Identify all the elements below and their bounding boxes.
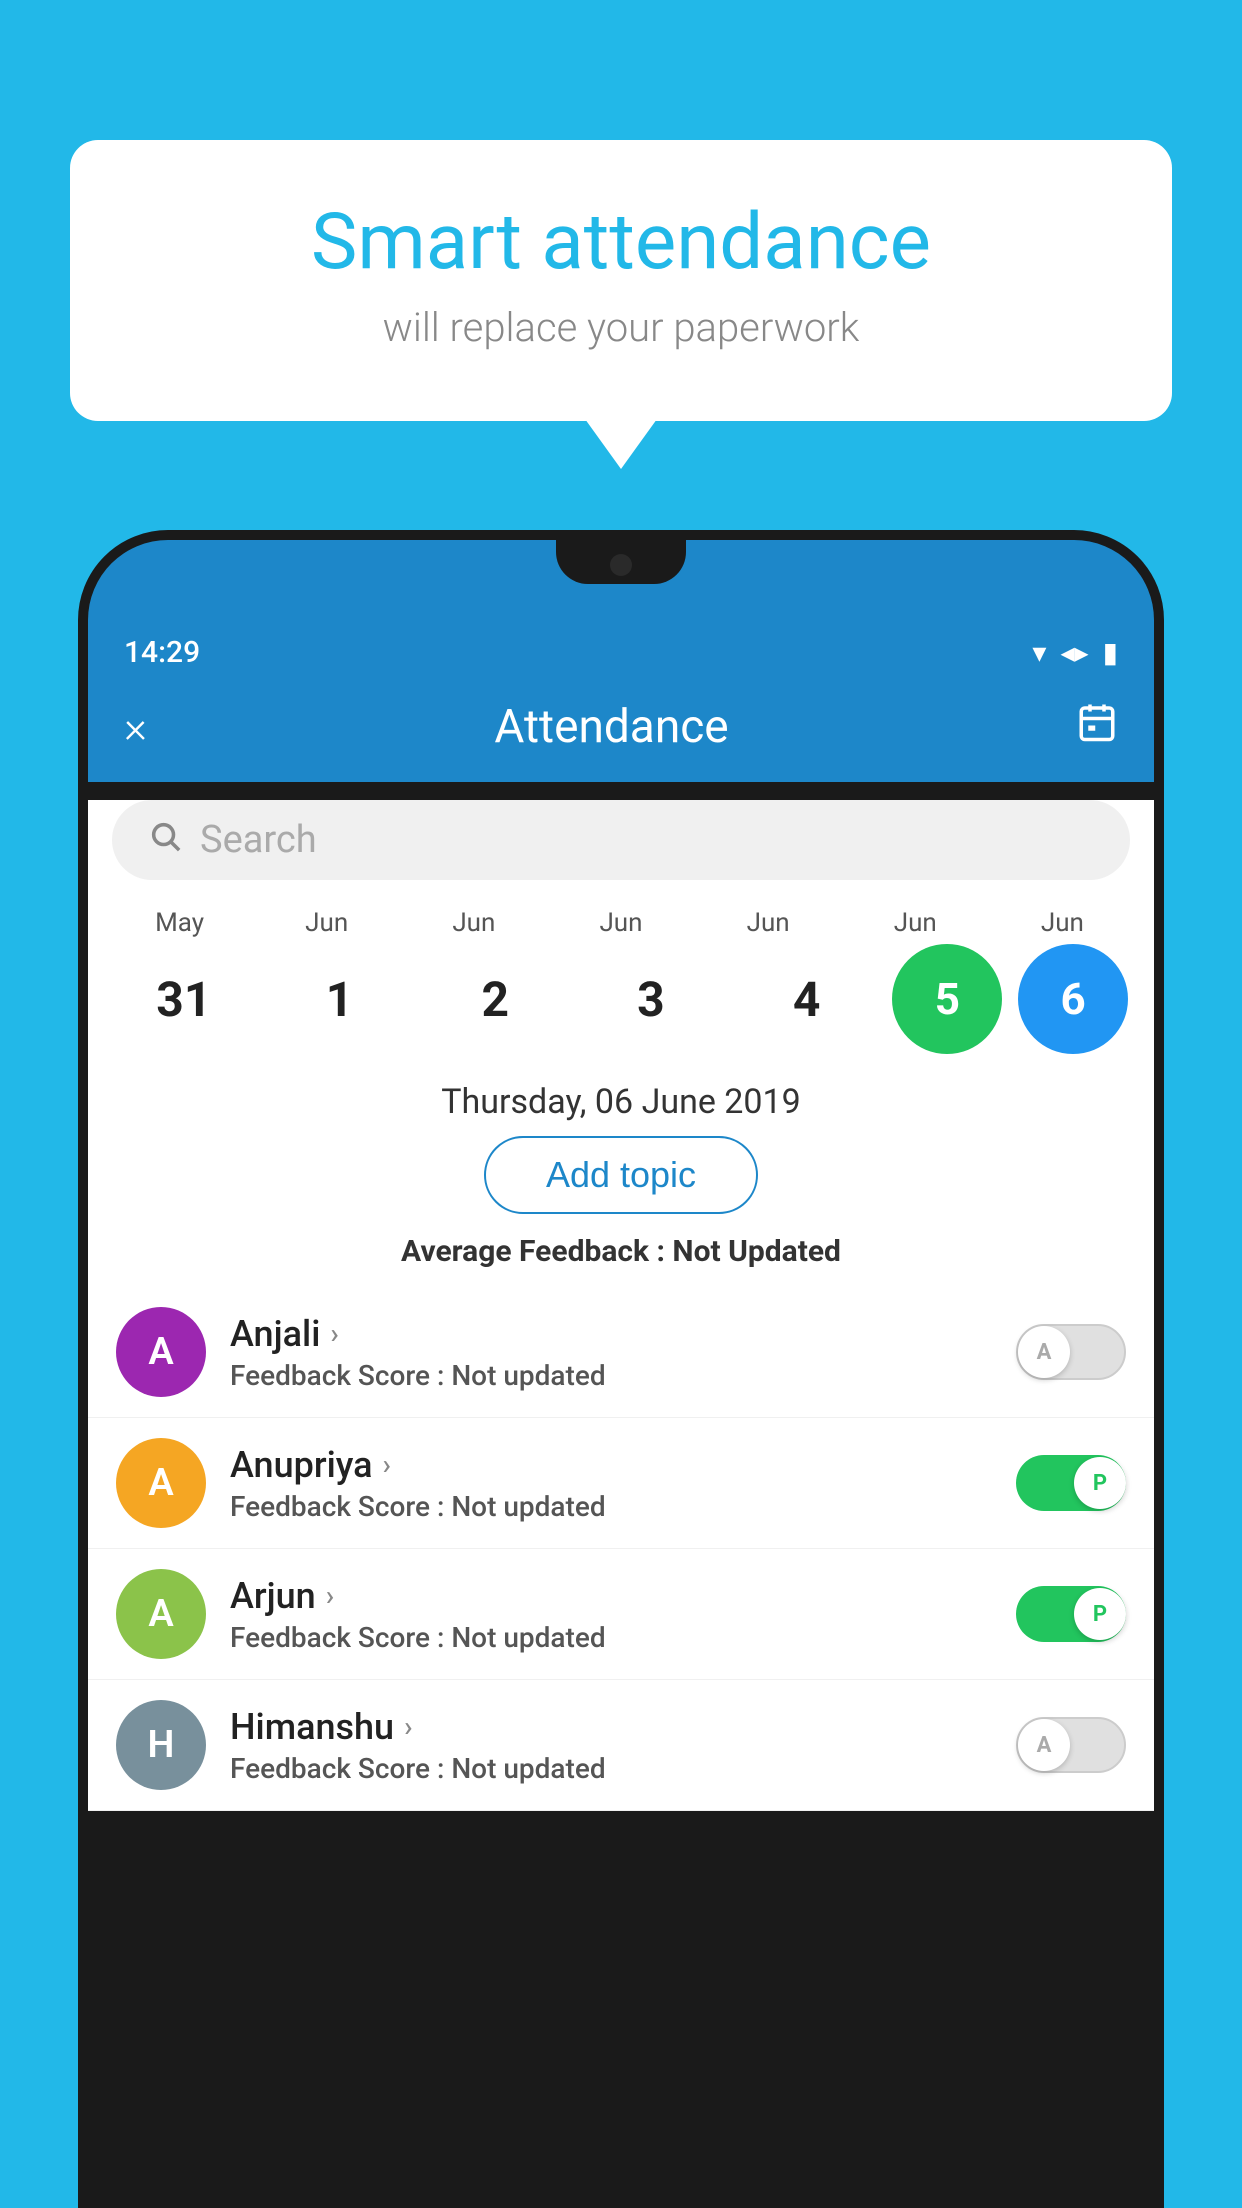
toggle-switch-anjali[interactable]: A bbox=[1016, 1324, 1126, 1380]
close-button[interactable]: × bbox=[124, 701, 147, 753]
student-list: A Anjali › Feedback Score : Not updated … bbox=[88, 1287, 1154, 1811]
toggle-knob-anjali: A bbox=[1018, 1326, 1070, 1378]
phone-notch-area bbox=[88, 540, 1154, 620]
calendar-months-row: May Jun Jun Jun Jun Jun Jun bbox=[88, 898, 1154, 938]
toggle-knob-anupriya: P bbox=[1074, 1457, 1126, 1509]
chevron-anjali: › bbox=[330, 1317, 338, 1350]
header-title: Attendance bbox=[494, 700, 728, 754]
student-item-anjali[interactable]: A Anjali › Feedback Score : Not updated … bbox=[88, 1287, 1154, 1418]
phone-notch bbox=[556, 540, 686, 584]
calendar-month-0: May bbox=[110, 908, 250, 938]
avg-feedback-value: Not Updated bbox=[672, 1234, 841, 1269]
phone-mockup: 14:29 ▾ ◂▸ ▮ × Attendance bbox=[78, 530, 1164, 2208]
calendar-month-6: Jun bbox=[992, 908, 1132, 938]
student-info-anupriya: Anupriya › Feedback Score : Not updated bbox=[230, 1444, 992, 1523]
toggle-knob-arjun: P bbox=[1074, 1588, 1126, 1640]
search-bar[interactable]: Search bbox=[112, 800, 1130, 880]
chevron-himanshu: › bbox=[404, 1710, 412, 1743]
student-feedback-anupriya: Feedback Score : Not updated bbox=[230, 1490, 992, 1523]
date-31[interactable]: 31 bbox=[114, 971, 254, 1028]
speech-bubble: Smart attendance will replace your paper… bbox=[70, 140, 1172, 421]
date-3[interactable]: 3 bbox=[581, 971, 721, 1028]
student-feedback-anjali: Feedback Score : Not updated bbox=[230, 1359, 992, 1392]
date-5-selected[interactable]: 5 bbox=[892, 944, 1002, 1054]
chevron-arjun: › bbox=[326, 1579, 334, 1612]
student-name-anjali: Anjali › bbox=[230, 1313, 992, 1355]
student-info-himanshu: Himanshu › Feedback Score : Not updated bbox=[230, 1706, 992, 1785]
status-time: 14:29 bbox=[124, 635, 200, 670]
chevron-anupriya: › bbox=[383, 1448, 391, 1481]
student-info-arjun: Arjun › Feedback Score : Not updated bbox=[230, 1575, 992, 1654]
app-content: Search May Jun Jun Jun Jun Jun Jun 31 1 … bbox=[88, 800, 1154, 1811]
status-bar: 14:29 ▾ ◂▸ ▮ bbox=[88, 620, 1154, 684]
selected-date-label: Thursday, 06 June 2019 bbox=[88, 1082, 1154, 1122]
avg-feedback-label: Average Feedback : bbox=[401, 1234, 672, 1269]
avg-feedback: Average Feedback : Not Updated bbox=[88, 1234, 1154, 1269]
student-info-anjali: Anjali › Feedback Score : Not updated bbox=[230, 1313, 992, 1392]
date-6-today[interactable]: 6 bbox=[1018, 944, 1128, 1054]
student-avatar-anupriya: A bbox=[116, 1438, 206, 1528]
toggle-himanshu[interactable]: A bbox=[1016, 1717, 1126, 1773]
status-icons: ▾ ◂▸ ▮ bbox=[1032, 636, 1118, 669]
student-name-himanshu: Himanshu › bbox=[230, 1706, 992, 1748]
toggle-anjali[interactable]: A bbox=[1016, 1324, 1126, 1380]
date-1[interactable]: 1 bbox=[270, 971, 410, 1028]
toggle-switch-arjun[interactable]: P bbox=[1016, 1586, 1126, 1642]
calendar-icon[interactable] bbox=[1076, 701, 1118, 753]
bubble-subtitle: will replace your paperwork bbox=[150, 304, 1092, 351]
add-topic-button[interactable]: Add topic bbox=[484, 1136, 758, 1214]
camera-dot bbox=[610, 554, 632, 576]
speech-bubble-container: Smart attendance will replace your paper… bbox=[70, 140, 1172, 421]
toggle-switch-himanshu[interactable]: A bbox=[1016, 1717, 1126, 1773]
wifi-icon: ▾ bbox=[1032, 636, 1046, 669]
student-avatar-arjun: A bbox=[116, 1569, 206, 1659]
search-icon bbox=[148, 819, 182, 862]
student-name-anupriya: Anupriya › bbox=[230, 1444, 992, 1486]
app-header: × Attendance bbox=[88, 684, 1154, 782]
toggle-arjun[interactable]: P bbox=[1016, 1586, 1126, 1642]
bubble-title: Smart attendance bbox=[150, 200, 1092, 286]
battery-icon: ▮ bbox=[1103, 636, 1118, 669]
signal-icon: ◂▸ bbox=[1060, 636, 1088, 669]
toggle-anupriya[interactable]: P bbox=[1016, 1455, 1126, 1511]
student-avatar-anjali: A bbox=[116, 1307, 206, 1397]
student-name-arjun: Arjun › bbox=[230, 1575, 992, 1617]
calendar-month-5: Jun bbox=[845, 908, 985, 938]
calendar-dates-row: 31 1 2 3 4 5 6 bbox=[88, 938, 1154, 1072]
toggle-knob-himanshu: A bbox=[1018, 1719, 1070, 1771]
search-placeholder: Search bbox=[200, 818, 317, 862]
calendar-month-2: Jun bbox=[404, 908, 544, 938]
student-feedback-himanshu: Feedback Score : Not updated bbox=[230, 1752, 992, 1785]
date-4[interactable]: 4 bbox=[737, 971, 877, 1028]
student-item-anupriya[interactable]: A Anupriya › Feedback Score : Not update… bbox=[88, 1418, 1154, 1549]
student-item-himanshu[interactable]: H Himanshu › Feedback Score : Not update… bbox=[88, 1680, 1154, 1811]
toggle-switch-anupriya[interactable]: P bbox=[1016, 1455, 1126, 1511]
calendar-month-1: Jun bbox=[257, 908, 397, 938]
student-avatar-himanshu: H bbox=[116, 1700, 206, 1790]
calendar-month-3: Jun bbox=[551, 908, 691, 938]
calendar-month-4: Jun bbox=[698, 908, 838, 938]
student-item-arjun[interactable]: A Arjun › Feedback Score : Not updated P bbox=[88, 1549, 1154, 1680]
date-2[interactable]: 2 bbox=[425, 971, 565, 1028]
student-feedback-arjun: Feedback Score : Not updated bbox=[230, 1621, 992, 1654]
